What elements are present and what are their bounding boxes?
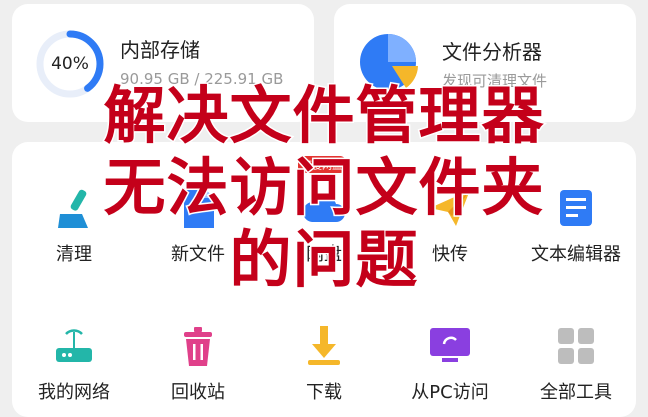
router-icon <box>56 329 92 362</box>
baidu-netdisk-badge: 百度网盘 <box>298 156 346 173</box>
trash-icon <box>184 327 212 366</box>
tool-quick-send[interactable]: 快传 <box>390 184 510 266</box>
tool-label: 从PC访问 <box>411 382 489 403</box>
tool-label: 新文件 <box>171 244 225 265</box>
tool-label: 网盘 <box>306 244 342 265</box>
pc-access-icon <box>430 328 470 362</box>
tool-text-editor[interactable]: 文本编辑器 <box>516 184 636 266</box>
new-file-icon <box>184 188 214 228</box>
tool-label: 全部工具 <box>540 382 612 403</box>
tool-label: 我的网络 <box>38 382 110 403</box>
tool-label: 文本编辑器 <box>531 244 621 265</box>
storage-percent: 40% <box>51 54 89 74</box>
pie-chart-icon <box>360 34 418 90</box>
tool-label: 下载 <box>306 382 342 403</box>
text-editor-icon <box>560 190 592 226</box>
tool-download[interactable]: 下载 <box>264 322 384 404</box>
file-analyzer-card[interactable]: 文件分析器 发现可清理文件 <box>334 4 636 122</box>
broom-icon <box>58 189 88 228</box>
analyzer-subtitle: 发现可清理文件 <box>442 72 548 90</box>
tool-clean[interactable]: 清理 <box>14 184 134 266</box>
tool-all-tools[interactable]: 全部工具 <box>516 322 636 404</box>
tool-pc-access[interactable]: 从PC访问 <box>390 322 510 404</box>
tool-label: 快传 <box>432 244 468 265</box>
storage-title: 内部存储 <box>120 38 200 62</box>
grid-icon <box>558 328 594 364</box>
storage-usage: 90.95 GB / 225.91 GB <box>120 70 284 88</box>
internal-storage-card[interactable]: 40% 内部存储 90.95 GB / 225.91 GB <box>12 4 314 122</box>
tool-new-file[interactable]: 新文件 <box>138 184 258 266</box>
tool-label: 清理 <box>56 244 92 265</box>
tool-my-network[interactable]: 我的网络 <box>14 322 134 404</box>
cloud-drive-icon <box>302 195 345 222</box>
analyzer-title: 文件分析器 <box>442 40 542 64</box>
tool-label: 回收站 <box>171 382 225 403</box>
download-icon <box>308 326 340 365</box>
paper-plane-icon <box>430 190 470 226</box>
tool-recycle-bin[interactable]: 回收站 <box>138 322 258 404</box>
tool-cloud-drive[interactable]: 网盘 <box>264 184 384 266</box>
